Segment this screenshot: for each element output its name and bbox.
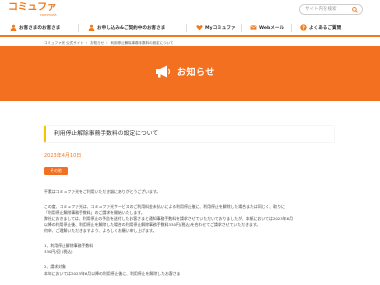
- commufa-logo[interactable]: コミュファ commufa: [8, 2, 57, 18]
- logo-main-text: コミュファ: [8, 2, 57, 13]
- article-paragraph: 330円/回 (税込): [44, 249, 73, 254]
- mail-icon: [250, 25, 257, 30]
- category-badge: その他: [44, 167, 68, 175]
- nav-item-contract[interactable]: お申し込み&ご契約中のお客さま: [88, 20, 165, 35]
- article-title-box: 利用停止解除事務手数料の設定について: [44, 126, 334, 142]
- nav-item-label: Myコミュファ: [205, 25, 236, 31]
- search-icon[interactable]: [352, 7, 358, 13]
- search-input[interactable]: サイト内を検索: [299, 4, 363, 15]
- hero-banner: お知らせ: [0, 46, 380, 101]
- search-placeholder: サイト内を検索: [305, 7, 337, 12]
- article-paragraph: 2、請求対象: [44, 264, 66, 269]
- article-date: 2023年4月10日: [44, 153, 82, 159]
- nav-divider: [186, 24, 187, 32]
- heart-icon: [196, 25, 203, 31]
- page-title: お知らせ: [177, 68, 215, 78]
- nav-divider: [241, 24, 242, 32]
- nav-item-label: お申し込み&ご契約中のお客さま: [97, 25, 166, 31]
- site-header: コミュファ commufa サイト内を検索: [0, 0, 380, 20]
- question-icon: ?: [300, 24, 307, 31]
- nav-item-label: Webメール: [259, 25, 285, 31]
- nav-item-label: よくあるご質問: [309, 25, 342, 31]
- person-icon: [88, 24, 95, 31]
- article-title: 利用停止解除事務手数料の設定について: [54, 131, 159, 137]
- nav-divider: [291, 24, 292, 32]
- breadcrumb-separator: ›: [85, 41, 88, 45]
- global-nav: お客さまのお客さま お申し込み&ご契約中のお客さま Myコミュファ Webメール…: [0, 20, 380, 37]
- nav-item-my-commufa[interactable]: Myコミュファ: [196, 20, 236, 35]
- breadcrumb-item-home[interactable]: コミュファ光 公式サイト: [44, 41, 84, 45]
- hero-heading: お知らせ: [155, 65, 215, 78]
- article-paragraph: 平素はコミュファ光をご利用いただき誠にありがとうございます。: [44, 189, 161, 194]
- nav-divider: [78, 24, 79, 32]
- svg-text:?: ?: [302, 25, 305, 31]
- article-paragraph: 何卒、ご理解いただきますよう、よろしくお願い申し上げます。: [44, 228, 157, 233]
- nav-item-customers[interactable]: お客さまのお客さま: [10, 20, 60, 35]
- megaphone-icon: [156, 65, 171, 78]
- article-paragraph: 本年においては2023年6月以降の利用停止後に、利用停止を解除したお客さま: [44, 271, 181, 276]
- nav-item-webmail[interactable]: Webメール: [250, 20, 284, 35]
- breadcrumb-item-news[interactable]: お知らせ: [90, 41, 104, 45]
- person-icon: [10, 24, 17, 31]
- breadcrumb-separator: ›: [106, 41, 108, 45]
- breadcrumb-item-current: 利用停止解除事務手数料の設定について: [110, 41, 174, 45]
- nav-item-label: お客さまのお客さま: [19, 25, 61, 31]
- logo-sub-text: commufa: [40, 13, 57, 17]
- nav-item-faq[interactable]: ? よくあるご質問: [300, 20, 341, 35]
